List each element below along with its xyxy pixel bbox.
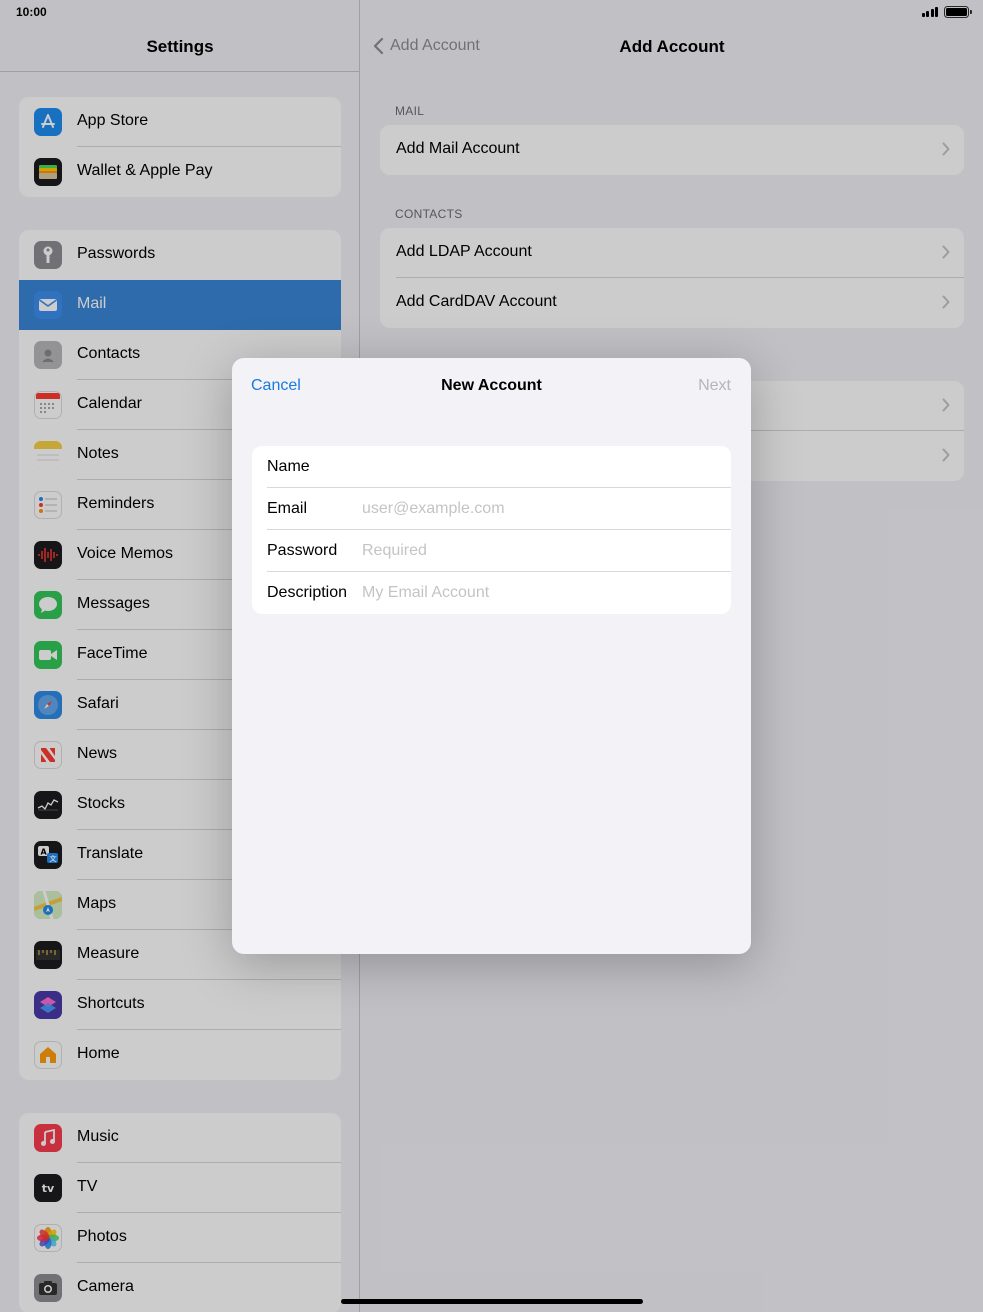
password-input[interactable] xyxy=(362,538,717,564)
password-row: Password xyxy=(252,530,731,572)
next-button[interactable]: Next xyxy=(698,377,731,395)
description-input[interactable] xyxy=(362,580,717,606)
account-form: Name Email Password Description xyxy=(252,446,731,614)
field-label: Description xyxy=(267,584,348,601)
name-row: Name xyxy=(252,446,731,488)
new-account-modal: Cancel New Account Next Name Email Passw… xyxy=(232,358,751,954)
screen: 10:00 Settings App Store Wallet & Apple P… xyxy=(0,0,983,1312)
field-label: Name xyxy=(267,458,310,475)
description-row: Description xyxy=(252,572,731,614)
email-row: Email xyxy=(252,488,731,530)
field-label: Email xyxy=(267,500,308,517)
home-indicator[interactable] xyxy=(341,1299,643,1304)
field-label: Password xyxy=(267,542,338,559)
modal-title: New Account xyxy=(441,377,542,394)
name-input[interactable] xyxy=(362,454,717,480)
email-input[interactable] xyxy=(362,496,717,522)
